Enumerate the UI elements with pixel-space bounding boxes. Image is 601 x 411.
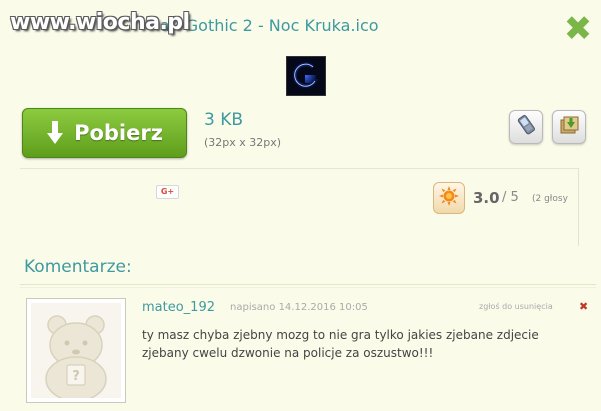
rating-max: / 5 <box>502 190 519 205</box>
phone-icon <box>515 114 537 140</box>
save-to-disk-button[interactable] <box>552 110 586 144</box>
send-to-phone-button[interactable] <box>509 110 543 144</box>
gothic-g-icon <box>287 57 325 95</box>
file-icon-preview <box>286 56 326 96</box>
close-icon[interactable]: ✖ <box>563 12 593 46</box>
divider <box>20 287 596 288</box>
download-arrow-icon <box>46 120 64 146</box>
google-plus-button[interactable]: G+ <box>156 185 179 199</box>
save-icon <box>558 114 580 140</box>
avatar: ? <box>26 298 126 403</box>
comment-body: ty masz chyba zjebny mozg to nie gra tyl… <box>142 328 539 360</box>
divider <box>578 168 579 246</box>
file-title: a - Gothic 2 - Noc Kruka.ico <box>160 16 379 35</box>
comment-author[interactable]: mateo_192 <box>142 300 215 315</box>
comments-heading: Komentarze: <box>24 257 132 277</box>
download-button[interactable]: Pobierz <box>22 108 187 158</box>
report-comment-link[interactable]: zgłoś do usunięcia <box>479 302 553 311</box>
file-dimensions: (32px x 32px) <box>204 136 282 149</box>
comment-timestamp: napisano 14.12.2016 10:05 <box>230 302 368 313</box>
file-size: 3 KB <box>204 110 244 130</box>
svg-text:?: ? <box>72 369 80 384</box>
report-close-icon[interactable]: ✖ <box>579 300 588 313</box>
download-label: Pobierz <box>74 121 163 145</box>
rating-score: 3.0 <box>473 189 500 207</box>
site-watermark: www.wiocha.pl <box>10 10 190 35</box>
rate-button[interactable] <box>433 182 465 214</box>
sun-rating-icon <box>438 185 460 211</box>
rating-votes: (2 głosy <box>532 194 568 204</box>
divider <box>20 284 596 285</box>
hamster-avatar-icon: ? <box>45 315 107 402</box>
